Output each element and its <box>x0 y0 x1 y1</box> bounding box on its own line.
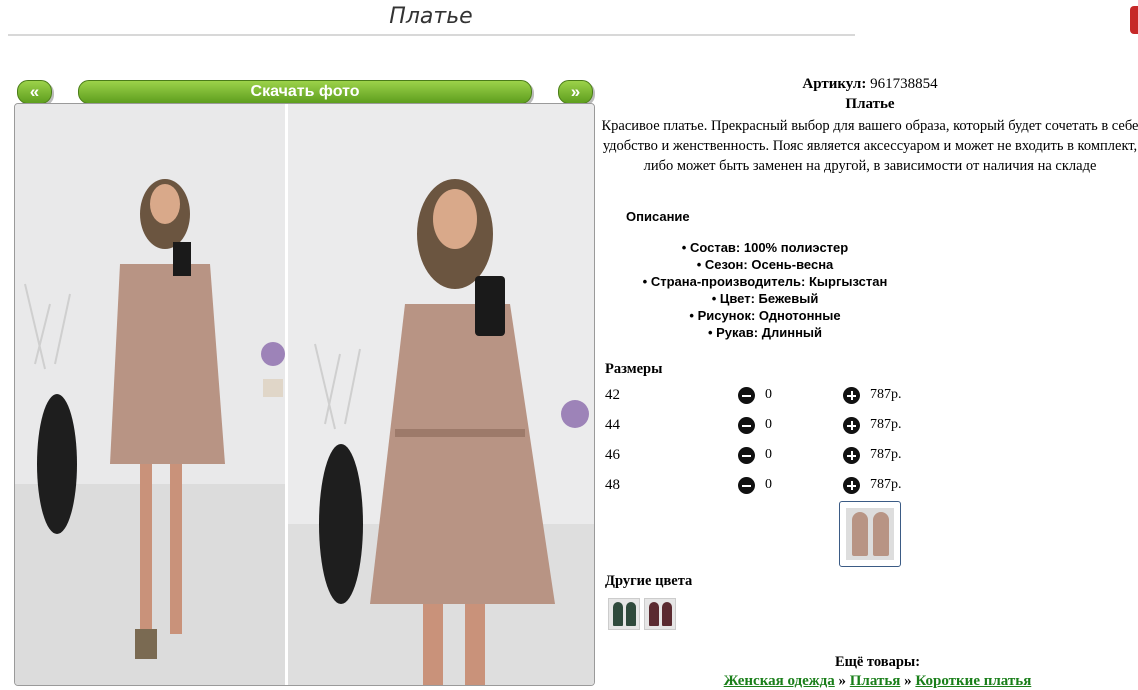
details-heading: Описание <box>626 209 690 224</box>
quantity-value: 0 <box>765 477 772 492</box>
product-name: Платье <box>845 96 895 112</box>
property-item: Рисунок: Однотонные <box>600 307 930 324</box>
price-value: 787р. <box>870 447 902 462</box>
plus-icon[interactable] <box>843 477 860 494</box>
plus-icon[interactable] <box>843 447 860 464</box>
properties-list: Состав: 100% полиэстер Сезон: Осень-весн… <box>600 239 930 341</box>
size-row: 42 0 787р. <box>605 385 1005 407</box>
article-value: 961738854 <box>870 76 938 92</box>
color-swatch[interactable] <box>644 598 676 630</box>
plus-icon[interactable] <box>843 387 860 404</box>
download-photo-button[interactable]: Скачать фото <box>78 80 532 104</box>
price-value: 787р. <box>870 387 902 402</box>
prev-photo-button[interactable]: « <box>17 80 52 104</box>
sizes-heading: Размеры <box>605 361 663 377</box>
price-value: 787р. <box>870 417 902 432</box>
thumbnail-image <box>846 508 894 560</box>
photo-thumbnail[interactable] <box>839 501 901 567</box>
product-photo[interactable] <box>14 103 595 686</box>
product-description: Красивое платье. Прекрасный выбор для ва… <box>601 118 1138 174</box>
property-item: Страна-производитель: Кыргызстан <box>600 273 930 290</box>
color-swatch[interactable] <box>608 598 640 630</box>
next-photo-button[interactable]: » <box>558 80 593 104</box>
minus-icon[interactable] <box>738 447 755 464</box>
article-label: Артикул: <box>802 76 867 92</box>
property-item: Сезон: Осень-весна <box>600 256 930 273</box>
price-value: 787р. <box>870 477 902 492</box>
breadcrumb: Женская одежда » Платья » Короткие плать… <box>600 673 1138 690</box>
size-row: 46 0 787р. <box>605 445 1005 467</box>
property-item: Рукав: Длинный <box>600 324 930 341</box>
minus-icon[interactable] <box>738 417 755 434</box>
article-line: Артикул: 961738854 <box>600 76 1138 93</box>
quantity-value: 0 <box>765 417 772 432</box>
size-label: 44 <box>605 417 620 433</box>
title-divider <box>8 34 855 36</box>
size-label: 48 <box>605 477 620 493</box>
more-products-heading: Ещё товары: <box>834 654 921 670</box>
page-title: Платье <box>389 4 473 29</box>
size-label: 42 <box>605 387 620 403</box>
property-item: Цвет: Бежевый <box>600 290 930 307</box>
dress-photo-illustration <box>15 104 594 685</box>
plus-icon[interactable] <box>843 417 860 434</box>
size-row: 48 0 787р. <box>605 475 1005 497</box>
minus-icon[interactable] <box>738 387 755 404</box>
size-label: 46 <box>605 447 620 463</box>
quantity-value: 0 <box>765 387 772 402</box>
size-row: 44 0 787р. <box>605 415 1005 437</box>
photo-divider <box>285 104 288 685</box>
quantity-value: 0 <box>765 447 772 462</box>
other-colors-heading: Другие цвета <box>605 573 693 589</box>
property-item: Состав: 100% полиэстер <box>600 239 930 256</box>
minus-icon[interactable] <box>738 477 755 494</box>
close-icon[interactable] <box>1130 6 1138 34</box>
